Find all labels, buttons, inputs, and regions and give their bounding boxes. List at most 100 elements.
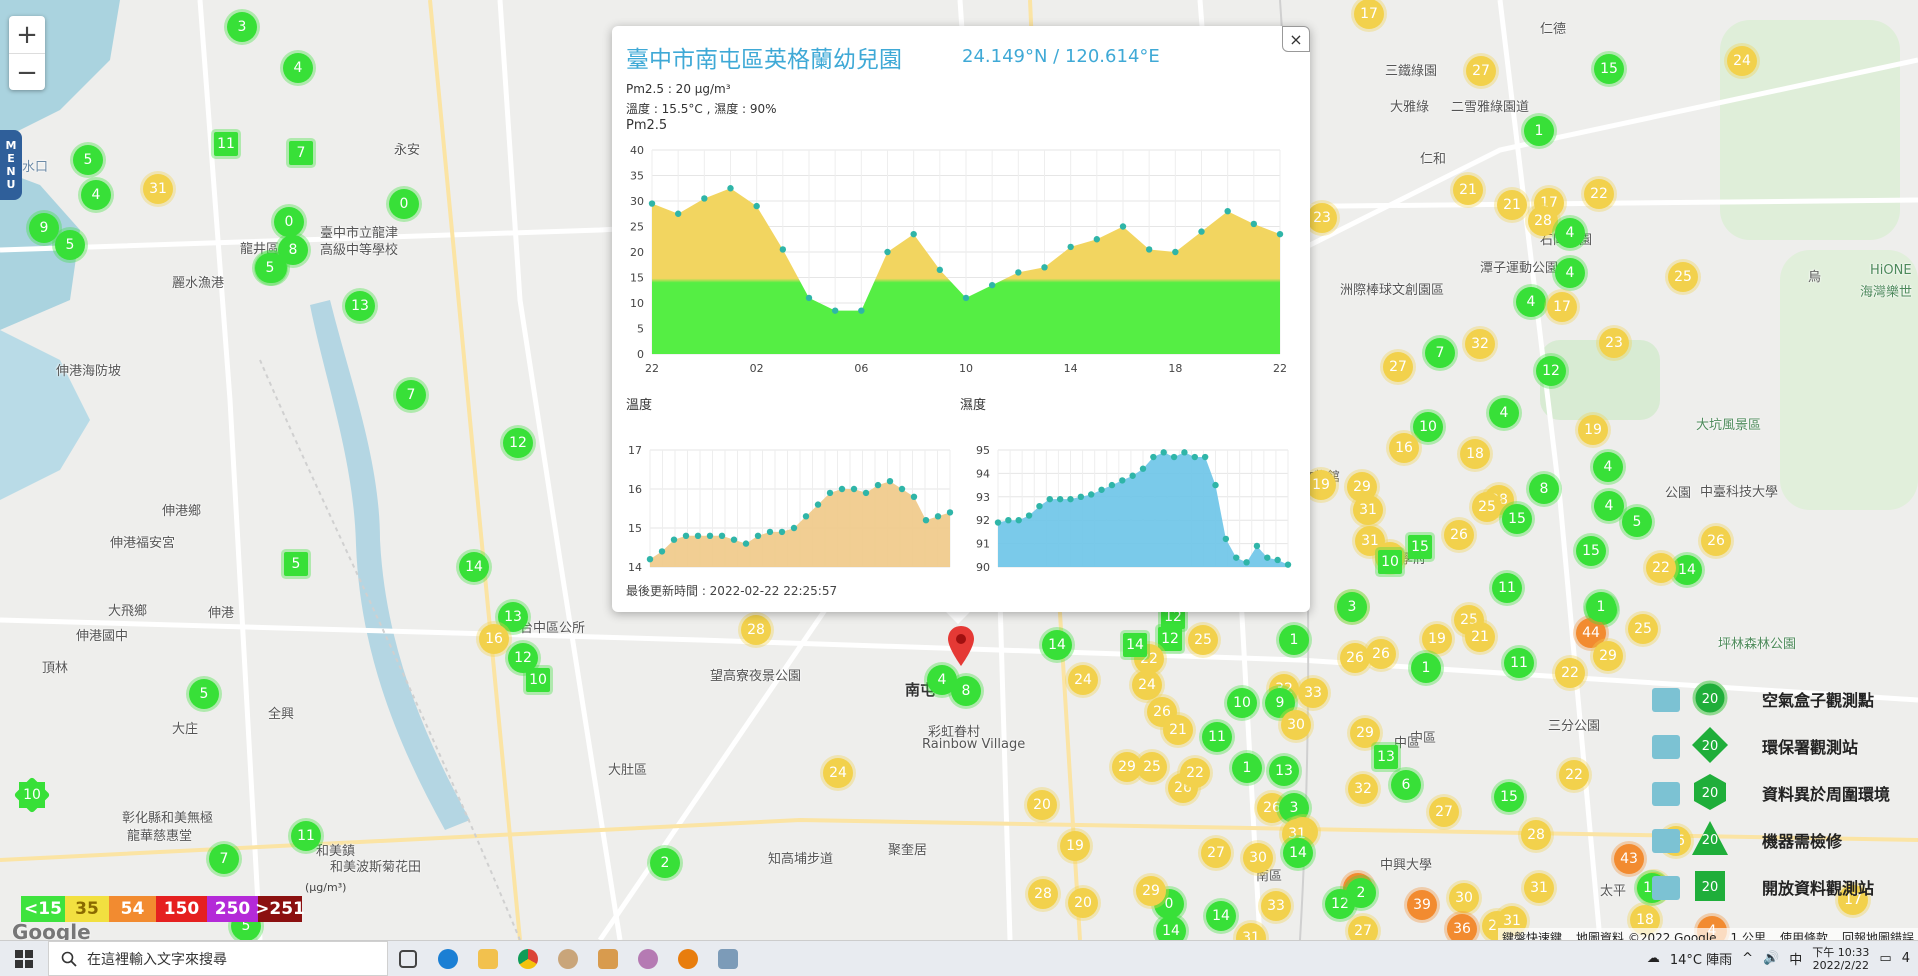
sensor-marker[interactable]: 1 <box>1279 625 1309 655</box>
sensor-marker[interactable]: 4 <box>1593 452 1623 482</box>
sensor-marker[interactable]: 27 <box>1348 916 1378 940</box>
sensor-marker[interactable]: 14 <box>1206 901 1236 931</box>
sensor-marker[interactable]: 26 <box>1366 639 1396 669</box>
sensor-marker[interactable]: 36 <box>1447 914 1477 940</box>
sensor-marker[interactable]: 13 <box>1374 745 1398 769</box>
sensor-marker[interactable]: 7 <box>289 141 313 165</box>
sensor-marker[interactable]: 29 <box>1593 641 1623 671</box>
sensor-marker[interactable]: 21 <box>1465 622 1495 652</box>
sensor-marker[interactable]: 22 <box>1555 658 1585 688</box>
sensor-marker[interactable]: 19 <box>1578 415 1608 445</box>
sensor-marker[interactable]: 31 <box>1524 873 1554 903</box>
sensor-marker[interactable]: 5 <box>189 679 219 709</box>
sensor-marker[interactable]: 11 <box>291 821 321 851</box>
app-icon[interactable] <box>588 941 628 976</box>
sensor-marker[interactable]: 22 <box>1646 553 1676 583</box>
sensor-marker[interactable]: 21 <box>1497 190 1527 220</box>
sensor-marker[interactable]: 30 <box>1281 710 1311 740</box>
sensor-marker[interactable]: 14 <box>1042 630 1072 660</box>
sensor-marker[interactable]: 0 <box>274 207 304 237</box>
sensor-marker[interactable]: 11 <box>1202 722 1232 752</box>
sensor-marker[interactable]: 7 <box>1425 338 1455 368</box>
app-icon[interactable] <box>708 941 748 976</box>
sensor-marker[interactable]: 16 <box>479 624 509 654</box>
sensor-marker[interactable]: 5 <box>255 253 285 283</box>
location-pin-icon[interactable] <box>948 626 974 666</box>
sensor-marker[interactable]: 26 <box>1340 643 1370 673</box>
sensor-marker[interactable]: 15 <box>1594 54 1624 84</box>
sensor-marker[interactable]: 24 <box>1132 670 1162 700</box>
chrome-icon[interactable] <box>508 941 548 976</box>
keyboard-shortcuts-link[interactable]: 鍵盤快速鍵 <box>1502 929 1562 940</box>
edge-icon[interactable] <box>428 941 468 976</box>
sensor-marker[interactable]: 26 <box>1444 520 1474 550</box>
sensor-marker[interactable]: 29 <box>1112 752 1142 782</box>
sensor-marker[interactable]: 22 <box>1559 760 1589 790</box>
sensor-marker[interactable]: 15 <box>1494 782 1524 812</box>
sensor-marker[interactable]: 6 <box>1391 770 1421 800</box>
sensor-marker[interactable]: 10 <box>1378 550 1402 574</box>
sensor-marker[interactable]: 39 <box>1407 890 1437 920</box>
chevron-up-icon[interactable]: ^ <box>1742 951 1753 966</box>
file-explorer-icon[interactable] <box>468 941 508 976</box>
sensor-marker[interactable]: 2 <box>1346 878 1376 908</box>
sensor-marker[interactable]: 18 <box>1460 439 1490 469</box>
sensor-marker[interactable]: 7 <box>396 380 426 410</box>
task-view-icon[interactable] <box>388 941 428 976</box>
zoom-in-button[interactable]: + <box>9 16 45 54</box>
sensor-marker[interactable]: 21 <box>1163 715 1193 745</box>
sensor-marker[interactable]: 12 <box>503 428 533 458</box>
sensor-marker[interactable]: 10 <box>19 782 45 808</box>
sensor-marker[interactable]: 5 <box>73 145 103 175</box>
sensor-marker[interactable]: 10 <box>1413 412 1443 442</box>
sensor-marker[interactable]: 27 <box>1383 352 1413 382</box>
sensor-marker[interactable]: 22 <box>1584 179 1614 209</box>
sensor-marker[interactable]: 12 <box>1158 627 1182 651</box>
sensor-marker[interactable]: 21 <box>1453 175 1483 205</box>
sensor-marker[interactable]: 11 <box>214 132 238 156</box>
sensor-marker[interactable]: 4 <box>1489 398 1519 428</box>
sensor-marker[interactable]: 25 <box>1628 614 1658 644</box>
sensor-marker[interactable]: 20 <box>1027 790 1057 820</box>
sensor-marker[interactable]: 24 <box>823 758 853 788</box>
sensor-marker[interactable]: 22 <box>1180 758 1210 788</box>
sensor-marker[interactable]: 25 <box>1472 492 1502 522</box>
sensor-marker[interactable]: 5 <box>55 230 85 260</box>
close-button[interactable]: × <box>1282 26 1310 52</box>
sensor-marker[interactable]: 10 <box>526 668 550 692</box>
clock[interactable]: 下午 10:33 2022/2/22 <box>1812 946 1869 972</box>
sensor-marker[interactable]: 28 <box>1528 206 1558 236</box>
sensor-marker[interactable]: 30 <box>1449 883 1479 913</box>
sensor-marker[interactable]: 0 <box>389 189 419 219</box>
scale-bar[interactable]: 1 公里 <box>1731 929 1766 940</box>
sensor-marker[interactable]: 25 <box>1188 625 1218 655</box>
sensor-marker[interactable]: 29 <box>1350 718 1380 748</box>
sensor-marker[interactable]: 28 <box>1028 879 1058 909</box>
sensor-marker[interactable]: 15 <box>1576 536 1606 566</box>
sensor-marker[interactable]: 14 <box>1123 633 1147 657</box>
sensor-marker[interactable]: 5 <box>1622 507 1652 537</box>
terms-link[interactable]: 使用條款 <box>1780 929 1828 940</box>
sensor-marker[interactable]: 14 <box>1156 916 1186 940</box>
sensor-marker[interactable]: 1 <box>1232 753 1262 783</box>
sensor-marker[interactable]: 12 <box>1536 356 1566 386</box>
sensor-marker[interactable]: 11 <box>1492 573 1522 603</box>
sensor-marker[interactable]: 26 <box>1701 526 1731 556</box>
sensor-marker[interactable]: 9 <box>29 213 59 243</box>
sensor-marker[interactable]: 27 <box>1466 56 1496 86</box>
volume-icon[interactable]: 🔊 <box>1763 951 1779 966</box>
sensor-marker[interactable]: 4 <box>1555 218 1585 248</box>
blender-icon[interactable] <box>668 941 708 976</box>
sensor-marker[interactable]: 3 <box>1337 592 1367 622</box>
app-icon[interactable] <box>548 941 588 976</box>
notification-icon[interactable]: ▭ <box>1879 951 1891 966</box>
sensor-marker[interactable]: 31 <box>1353 495 1383 525</box>
sensor-marker[interactable]: 19 <box>1422 624 1452 654</box>
windows-start-icon[interactable] <box>0 941 48 976</box>
sensor-marker[interactable]: 5 <box>284 552 308 576</box>
sensor-marker[interactable]: 2 <box>650 848 680 878</box>
sensor-marker[interactable]: 20 <box>1068 888 1098 918</box>
sensor-marker[interactable]: 25 <box>1668 262 1698 292</box>
sensor-marker[interactable]: 17 <box>1547 292 1577 322</box>
report-error-link[interactable]: 回報地圖錯誤 <box>1842 929 1914 940</box>
